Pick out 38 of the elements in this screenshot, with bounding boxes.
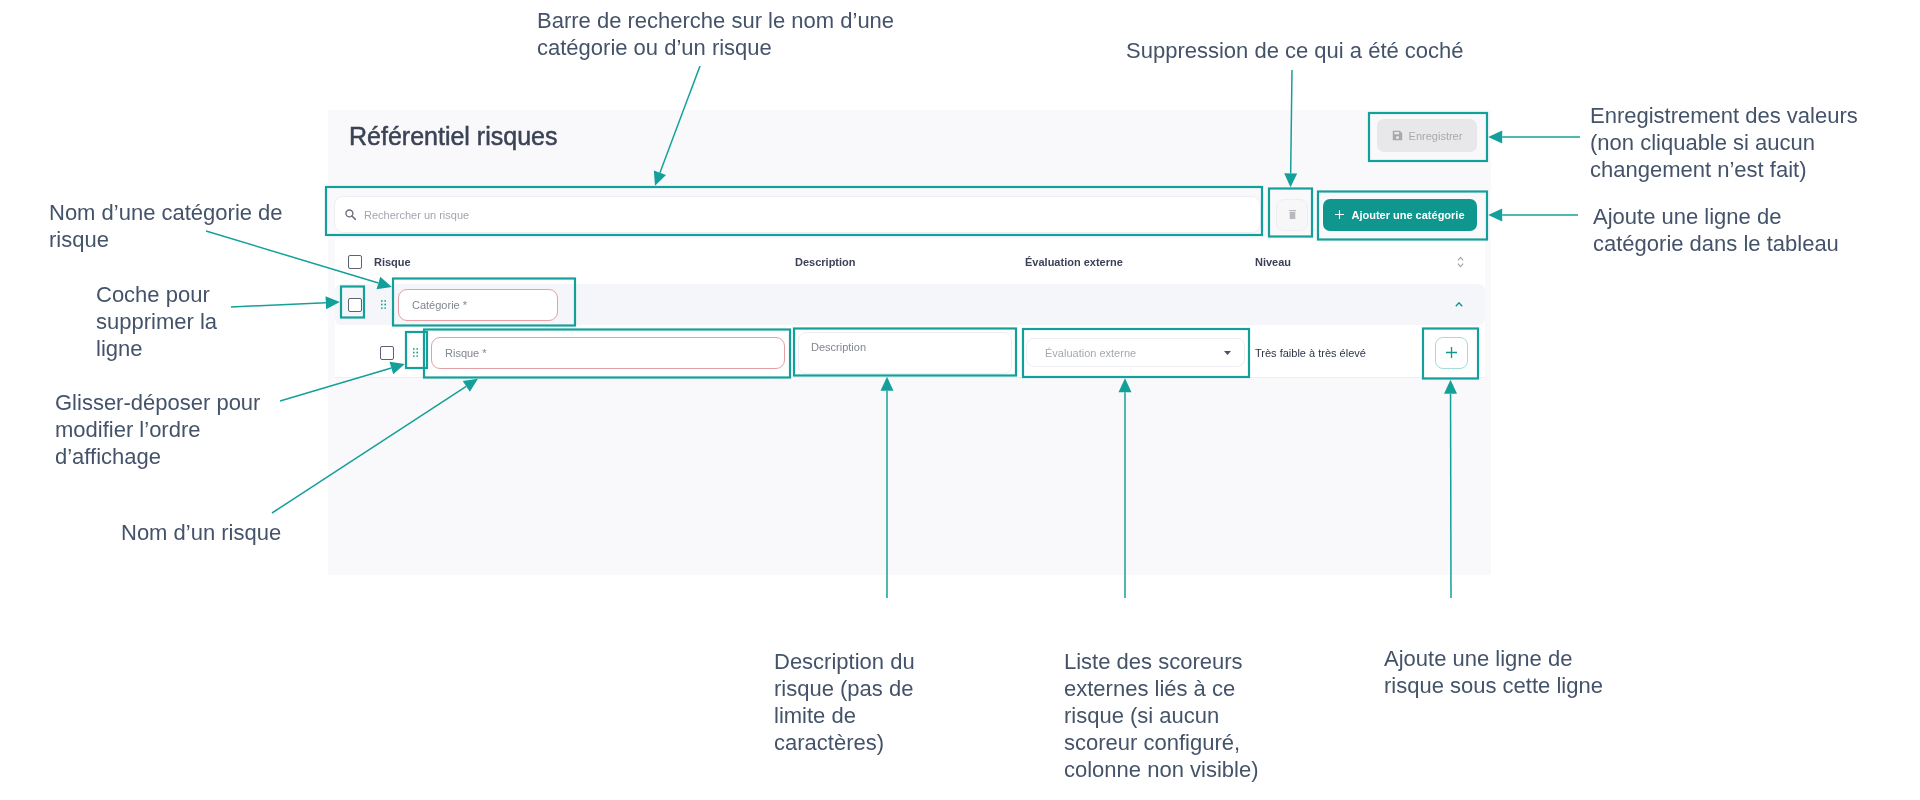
sort-icon[interactable]: [1456, 255, 1464, 268]
highlight-frame: [1267, 187, 1314, 238]
column-header: Description: [795, 255, 857, 268]
search-icon: [345, 209, 356, 220]
search-field[interactable]: Rechercher un risque: [334, 196, 1261, 233]
checkbox[interactable]: [348, 254, 362, 269]
annotation-text: Description du risque (pas de limite de caractères): [774, 648, 916, 756]
trash-icon: [1288, 210, 1296, 219]
highlight-frame: [339, 285, 366, 319]
annotation-text: Coche pour supprimer la ligne: [96, 281, 219, 362]
annotation-text: Suppression de ce qui a été coché: [1126, 37, 1464, 64]
plus-icon: [1446, 347, 1457, 358]
column-header: Niveau: [1255, 255, 1293, 268]
category-name-field[interactable]: Catégorie *: [398, 288, 558, 321]
column-header: Risque: [374, 255, 412, 268]
page-title: Référentiel risques: [349, 120, 558, 151]
add-category-button[interactable]: Ajouter une catégorie: [1323, 198, 1477, 231]
annotation-text: Glisser-déposer pour modifier l’ordre d’affichage: [55, 389, 262, 470]
annotation-text: Ajoute une ligne de risque sous cette ligne: [1384, 645, 1604, 699]
annotation-text: Nom d’une catégorie de risque: [49, 199, 284, 253]
checkbox[interactable]: [348, 297, 362, 312]
evaluation-dropdown[interactable]: Évaluation externe: [1026, 338, 1245, 367]
drag-handle-icon[interactable]: [413, 348, 418, 357]
annotation-text: Enregistrement des valeurs (non cliquable si aucun changement n’est fait): [1590, 102, 1859, 183]
annotation-text: Ajoute une ligne de catégorie dans le tableau: [1593, 203, 1840, 257]
caret-icon: [1224, 350, 1231, 355]
risk-name-field[interactable]: Risque *: [431, 336, 785, 369]
column-header: Évaluation externe: [1025, 255, 1124, 268]
annotation-text: Barre de recherche sur le nom d’une catégorie ou d’un risque: [537, 7, 896, 61]
highlight-frame: [1421, 327, 1480, 380]
plus-icon: [1335, 210, 1345, 219]
drag-handle-icon[interactable]: [381, 300, 386, 309]
level-range-text: Très faible à très élevé: [1255, 346, 1366, 359]
annotation-text: Nom d’un risque: [121, 519, 282, 546]
description-field[interactable]: Description: [798, 331, 1012, 374]
checkbox[interactable]: [380, 345, 394, 360]
chevron-up-icon[interactable]: [1455, 302, 1463, 307]
annotation-text: Liste des scoreurs externes liés à ce risque (si aucun scoreur configuré, colonne non visible): [1064, 648, 1260, 783]
